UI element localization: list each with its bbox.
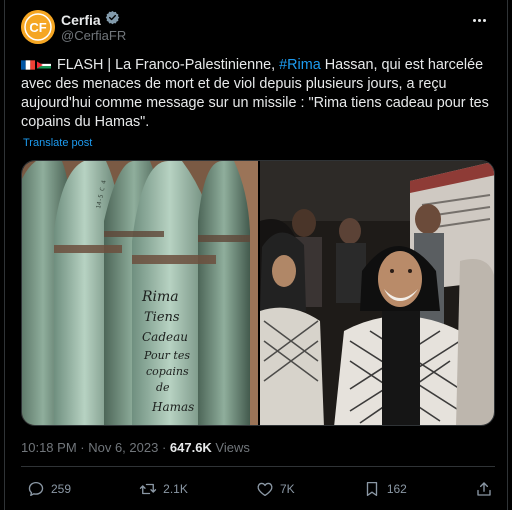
tweet-time[interactable]: 10:18 PM bbox=[21, 440, 77, 455]
verified-badge-icon bbox=[105, 10, 120, 30]
bookmark-button[interactable]: 162 bbox=[363, 480, 407, 498]
avatar[interactable]: CF bbox=[21, 10, 55, 44]
svg-text:copains: copains bbox=[146, 365, 189, 378]
tweet-text-part: FLASH | La Franco-Palestinienne, bbox=[57, 57, 280, 73]
tweet-media[interactable]: 14-5 C 4 Rima Tiens Cadeau Pour tes copa… bbox=[21, 160, 495, 426]
author-handle[interactable]: @CerfiaFR bbox=[61, 28, 126, 43]
repost-count: 2.1K bbox=[163, 482, 188, 496]
meta-separator: · bbox=[158, 440, 170, 455]
svg-text:de: de bbox=[156, 381, 170, 394]
svg-text:Tiens: Tiens bbox=[144, 310, 180, 325]
reply-button[interactable]: 259 bbox=[27, 480, 71, 498]
tweet-text: FLASH | La Franco-Palestinienne, #Rima H… bbox=[21, 56, 497, 132]
like-count: 7K bbox=[280, 482, 295, 496]
svg-text:Hamas: Hamas bbox=[151, 400, 194, 414]
crowd-photo[interactable] bbox=[258, 161, 494, 425]
like-button[interactable]: 7K bbox=[256, 480, 295, 498]
divider bbox=[21, 466, 495, 467]
reply-count: 259 bbox=[51, 482, 72, 496]
france-flag-icon bbox=[21, 57, 35, 70]
tweet-card: CF Cerfia @CerfiaFR FLASH | La Franco-Pa… bbox=[4, 0, 508, 510]
repost-icon bbox=[139, 480, 157, 498]
tweet-date[interactable]: Nov 6, 2023 bbox=[88, 440, 158, 455]
author-name[interactable]: Cerfia bbox=[61, 12, 101, 28]
action-bar: 259 2.1K 7K 162 bbox=[27, 478, 493, 500]
views-count[interactable]: 647.6K bbox=[170, 440, 212, 455]
svg-text:Cadeau: Cadeau bbox=[142, 330, 188, 344]
palestine-flag-icon bbox=[37, 57, 51, 69]
repost-button[interactable]: 2.1K bbox=[139, 480, 188, 498]
tweet-header: CF Cerfia @CerfiaFR bbox=[21, 8, 495, 48]
missile-photo[interactable]: 14-5 C 4 Rima Tiens Cadeau Pour tes copa… bbox=[22, 161, 258, 425]
views-label: Views bbox=[211, 440, 250, 455]
share-icon bbox=[475, 480, 493, 498]
author-name-row: Cerfia bbox=[61, 10, 120, 30]
reply-icon bbox=[27, 480, 45, 498]
share-button[interactable] bbox=[475, 480, 493, 498]
more-options-icon[interactable] bbox=[469, 12, 489, 28]
bookmark-count: 162 bbox=[386, 482, 407, 496]
svg-text:Pour tes: Pour tes bbox=[143, 349, 190, 362]
svg-text:Rima: Rima bbox=[141, 289, 179, 305]
svg-text:CF: CF bbox=[29, 20, 46, 35]
heart-icon bbox=[256, 480, 274, 498]
hashtag-link[interactable]: #Rima bbox=[279, 57, 321, 73]
meta-separator: · bbox=[76, 440, 89, 455]
bookmark-icon bbox=[363, 480, 381, 498]
translate-post-link[interactable]: Translate post bbox=[23, 137, 92, 149]
tweet-meta: 10:18 PM · Nov 6, 2023 · 647.6K Views bbox=[21, 440, 250, 455]
